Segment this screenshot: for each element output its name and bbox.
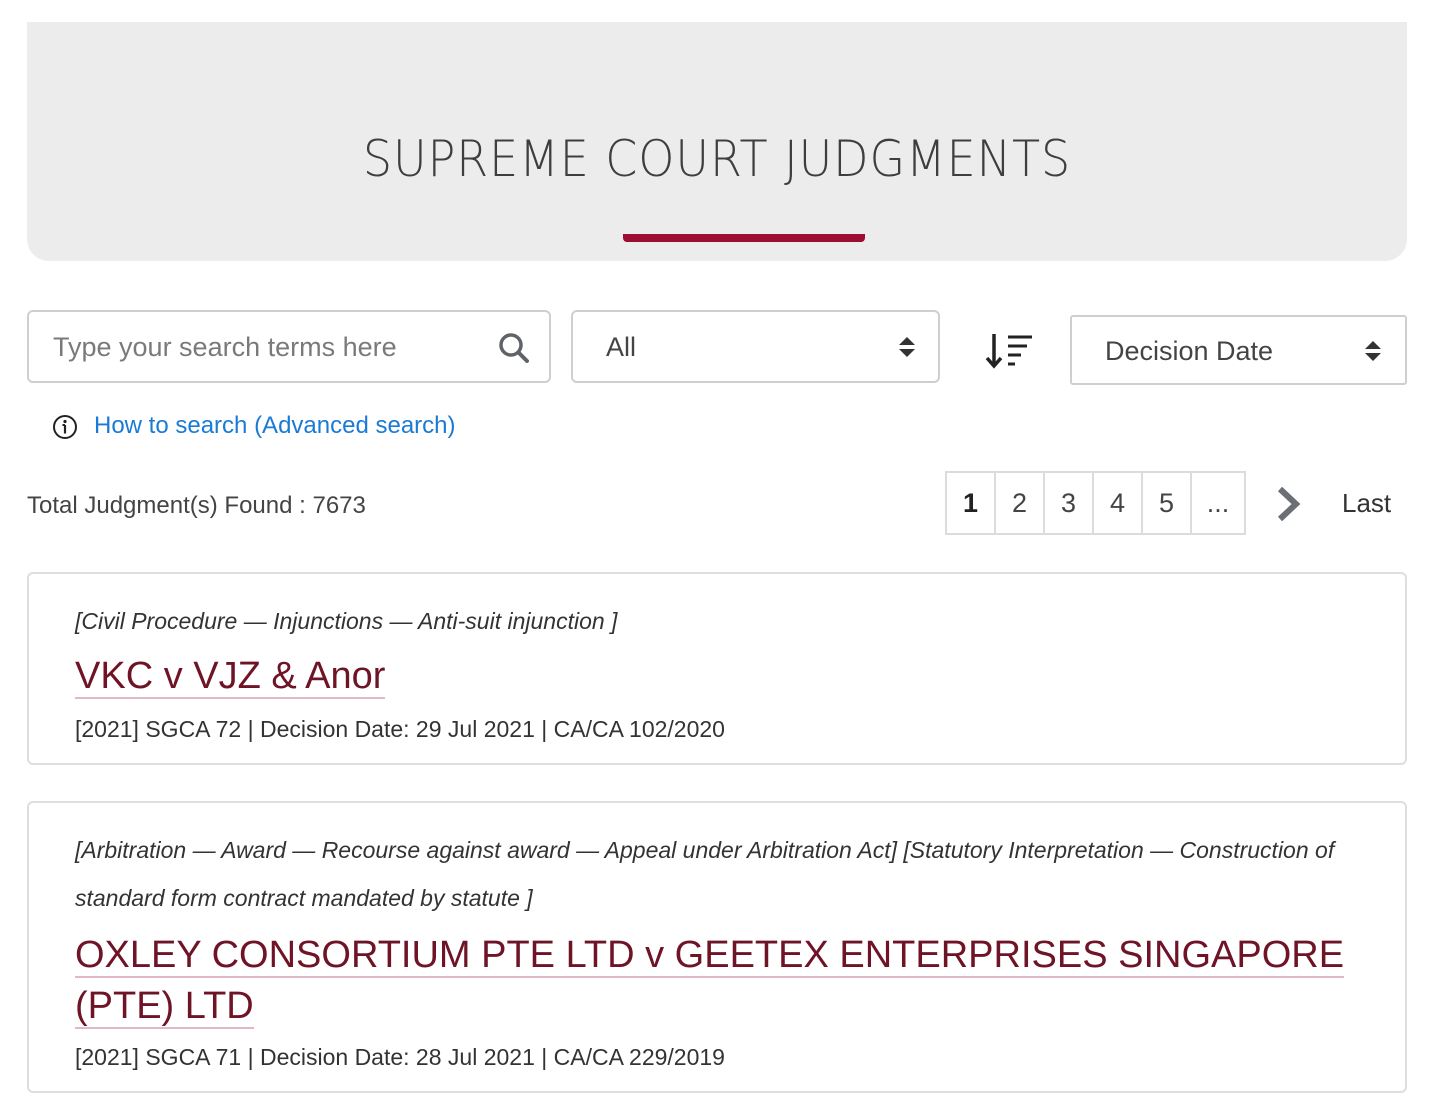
sort-field-value: Decision Date xyxy=(1105,336,1274,366)
page-2-button[interactable]: 2 xyxy=(996,473,1045,533)
info-icon xyxy=(53,415,77,439)
page-1-button[interactable]: 1 xyxy=(947,473,996,533)
judgment-catchwords: [Arbitration — Award — Recourse against … xyxy=(75,837,1335,911)
judgment-meta: [2021] SGCA 72 | Decision Date: 29 Jul 2… xyxy=(75,716,725,742)
page-ellipsis-button[interactable]: ... xyxy=(1192,473,1244,533)
total-results-count: Total Judgment(s) Found : 7673 xyxy=(27,492,366,519)
advanced-search-link[interactable]: How to search (Advanced search) xyxy=(94,412,456,440)
title-accent-bar xyxy=(623,234,865,242)
search-input[interactable] xyxy=(53,328,473,366)
court-filter-select[interactable]: All xyxy=(571,310,940,383)
select-arrows-icon xyxy=(1365,341,1381,361)
sort-field-select[interactable]: Decision Date xyxy=(1070,315,1407,385)
judgment-title-link[interactable]: VKC v VJZ & Anor xyxy=(75,651,1375,702)
judgment-title[interactable]: VKC v VJZ & Anor xyxy=(75,655,386,699)
judgment-title-link[interactable]: OXLEY CONSORTIUM PTE LTD v GEETEX ENTERP… xyxy=(75,930,1375,1032)
sort-descending-icon[interactable] xyxy=(984,331,1036,371)
pagination: 1 2 3 4 5 ... xyxy=(945,471,1246,535)
chevron-right-icon[interactable] xyxy=(1274,486,1302,522)
search-icon[interactable] xyxy=(497,331,531,365)
page-5-button[interactable]: 5 xyxy=(1143,473,1192,533)
page-title: SUPREME COURT JUDGMENTS xyxy=(362,130,1072,188)
page-4-button[interactable]: 4 xyxy=(1094,473,1143,533)
search-box xyxy=(27,310,551,383)
page-header-banner: SUPREME COURT JUDGMENTS xyxy=(27,22,1407,261)
last-page-link[interactable]: Last xyxy=(1342,488,1391,519)
judgment-meta: [2021] SGCA 71 | Decision Date: 28 Jul 2… xyxy=(75,1044,725,1070)
court-filter-value: All xyxy=(606,332,637,362)
judgment-title[interactable]: OXLEY CONSORTIUM PTE LTD v GEETEX ENTERP… xyxy=(75,934,1345,1029)
judgment-card: [Civil Procedure — Injunctions — Anti-su… xyxy=(27,572,1407,765)
judgment-catchwords: [Civil Procedure — Injunctions — Anti-su… xyxy=(75,608,618,634)
select-arrows-icon xyxy=(899,337,915,357)
judgment-card: [Arbitration — Award — Recourse against … xyxy=(27,801,1407,1093)
page-3-button[interactable]: 3 xyxy=(1045,473,1094,533)
